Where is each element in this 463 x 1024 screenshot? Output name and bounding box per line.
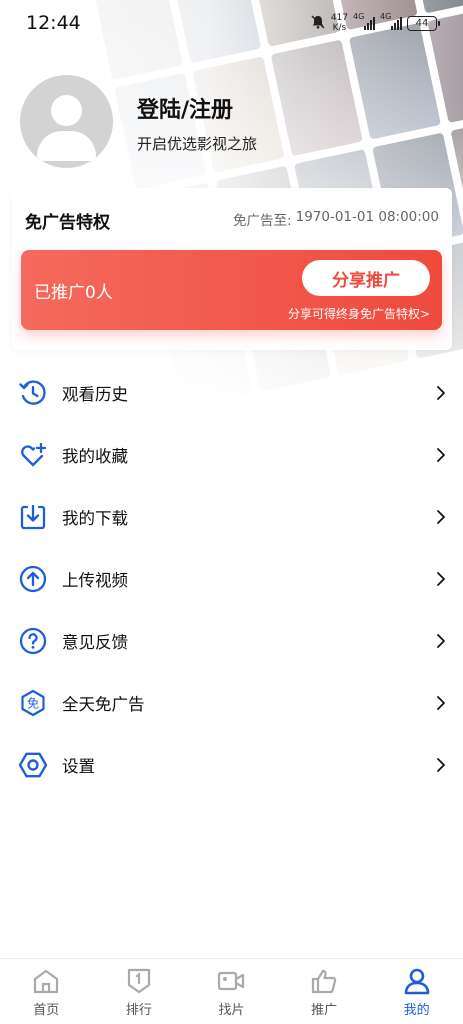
menu-item-settings[interactable]: 设置 bbox=[0, 734, 463, 796]
menu-list: 观看历史 我的收藏 我的下载 上传视频 意见反馈 免 全天免广告 设置 bbox=[0, 362, 463, 796]
nav-label-home: 首页 bbox=[33, 1003, 60, 1018]
menu-label-downloads: 我的下载 bbox=[62, 509, 128, 528]
avatar-person-icon bbox=[51, 95, 82, 126]
chevron-right-icon bbox=[437, 758, 445, 772]
feedback-icon bbox=[18, 626, 48, 656]
ranking-icon bbox=[124, 967, 154, 995]
menu-item-upload[interactable]: 上传视频 bbox=[0, 548, 463, 610]
chevron-right-icon bbox=[437, 510, 445, 524]
ad-free-privilege-card: 免广告特权 免广告至: 1970-01-01 08:00:00 已推广0人 分享… bbox=[12, 188, 452, 350]
nav-home[interactable]: 首页 bbox=[0, 959, 93, 1024]
menu-item-history[interactable]: 观看历史 bbox=[0, 362, 463, 424]
profile-icon bbox=[402, 967, 432, 995]
net-speed-value: 417 bbox=[330, 13, 348, 23]
no-ads-icon: 免 bbox=[18, 688, 48, 718]
heart-plus-icon bbox=[18, 440, 48, 470]
avatar[interactable] bbox=[20, 75, 113, 168]
menu-label-upload: 上传视频 bbox=[62, 571, 128, 590]
promo-hint-link[interactable]: 分享可得终身免广告特权> bbox=[288, 305, 430, 322]
nav-profile[interactable]: 我的 bbox=[370, 959, 463, 1024]
signal-4g-icon-2: 4G bbox=[380, 12, 402, 30]
menu-label-no-ads: 全天免广告 bbox=[62, 695, 145, 714]
chevron-right-icon bbox=[437, 448, 445, 462]
signal-4g-icon-1: 4G bbox=[353, 12, 375, 30]
status-bar: 12:44 417 K/s 4G 4G 44 bbox=[0, 0, 463, 46]
nav-promote[interactable]: 推广 bbox=[278, 959, 371, 1024]
chevron-right-icon bbox=[437, 634, 445, 648]
no-ads-glyph: 免 bbox=[27, 696, 39, 711]
battery-level: 44 bbox=[415, 17, 429, 29]
nav-ranking[interactable]: 排行 bbox=[93, 959, 186, 1024]
nav-label-find: 找片 bbox=[218, 1003, 245, 1018]
nav-label-ranking: 排行 bbox=[125, 1003, 152, 1018]
ad-free-expiry: 免广告至: 1970-01-01 08:00:00 bbox=[233, 209, 439, 229]
menu-item-no-ads[interactable]: 免 全天免广告 bbox=[0, 672, 463, 734]
upload-icon bbox=[18, 564, 48, 594]
chevron-right-icon bbox=[437, 696, 445, 710]
net-speed: 417 K/s bbox=[331, 13, 348, 33]
promo-count: 已推广0人 bbox=[34, 283, 113, 303]
home-icon bbox=[31, 967, 61, 995]
signal-type-1: 4G bbox=[353, 12, 365, 21]
menu-label-history: 观看历史 bbox=[62, 385, 128, 404]
nav-label-profile: 我的 bbox=[403, 1003, 430, 1018]
nav-find[interactable]: 找片 bbox=[185, 959, 278, 1024]
net-speed-unit: K/s bbox=[332, 23, 347, 33]
thumbs-up-icon bbox=[309, 967, 339, 995]
mute-bell-icon bbox=[310, 14, 326, 33]
chevron-right-icon bbox=[437, 386, 445, 400]
share-promo-button[interactable]: 分享推广 bbox=[302, 260, 430, 296]
expiry-label: 免广告至: bbox=[233, 213, 292, 229]
download-icon bbox=[18, 502, 48, 532]
chevron-right-icon bbox=[437, 572, 445, 586]
menu-item-feedback[interactable]: 意见反馈 bbox=[0, 610, 463, 672]
promo-banner: 已推广0人 分享推广 分享可得终身免广告特权> bbox=[21, 250, 442, 330]
video-camera-icon bbox=[216, 967, 246, 995]
menu-item-downloads[interactable]: 我的下载 bbox=[0, 486, 463, 548]
ad-free-title: 免广告特权 bbox=[25, 213, 110, 233]
status-time: 12:44 bbox=[26, 12, 81, 34]
menu-label-settings: 设置 bbox=[62, 757, 95, 776]
menu-label-feedback: 意见反馈 bbox=[62, 633, 128, 652]
status-icons: 417 K/s 4G 4G 44 bbox=[310, 12, 440, 33]
bottom-nav: 首页 排行 找片 推广 我的 bbox=[0, 958, 463, 1024]
expiry-value: 1970-01-01 08:00:00 bbox=[295, 209, 439, 225]
profile-subtitle: 开启优选影视之旅 bbox=[137, 135, 258, 153]
settings-icon bbox=[18, 750, 48, 780]
battery-icon: 44 bbox=[407, 15, 440, 31]
nav-label-promote: 推广 bbox=[311, 1003, 338, 1018]
login-register-link[interactable]: 登陆/注册 bbox=[137, 92, 233, 124]
history-icon bbox=[18, 378, 48, 408]
signal-type-2: 4G bbox=[380, 12, 392, 21]
menu-label-favorites: 我的收藏 bbox=[62, 447, 128, 466]
menu-item-favorites[interactable]: 我的收藏 bbox=[0, 424, 463, 486]
